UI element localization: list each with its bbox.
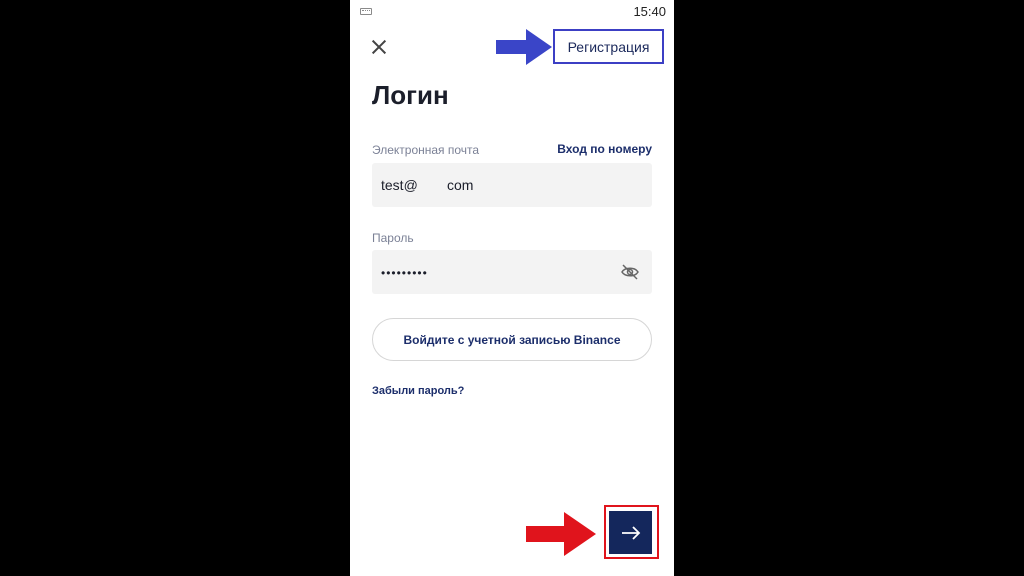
close-button[interactable] xyxy=(368,36,390,58)
arrow-right-icon xyxy=(621,525,640,540)
status-time: 15:40 xyxy=(633,4,666,19)
email-input[interactable]: test@ com xyxy=(372,163,652,207)
email-value-start: test@ xyxy=(381,177,418,193)
register-button[interactable]: Регистрация xyxy=(553,29,664,64)
phone-screen: 15:40 Регистрация Логин Электронная почт… xyxy=(350,0,674,576)
password-label: Пароль xyxy=(372,231,414,245)
forgot-password-link[interactable]: Забыли пароль? xyxy=(372,385,464,397)
annotation-arrow-red xyxy=(526,512,596,556)
password-input[interactable]: ••••••••• xyxy=(372,250,652,294)
password-value: ••••••••• xyxy=(381,266,428,280)
email-label: Электронная почта xyxy=(372,143,480,157)
page-title: Логин xyxy=(372,80,449,110)
eye-off-icon[interactable] xyxy=(620,263,640,281)
status-bar: 15:40 xyxy=(350,0,674,24)
email-value-end: com xyxy=(447,177,474,193)
keyboard-icon xyxy=(360,8,372,15)
annotation-arrow-blue xyxy=(496,29,552,65)
phone-login-link[interactable]: Вход по номеру xyxy=(557,142,652,156)
binance-login-button[interactable]: Войдите с учетной записью Binance xyxy=(372,318,652,361)
next-button[interactable] xyxy=(609,511,652,554)
